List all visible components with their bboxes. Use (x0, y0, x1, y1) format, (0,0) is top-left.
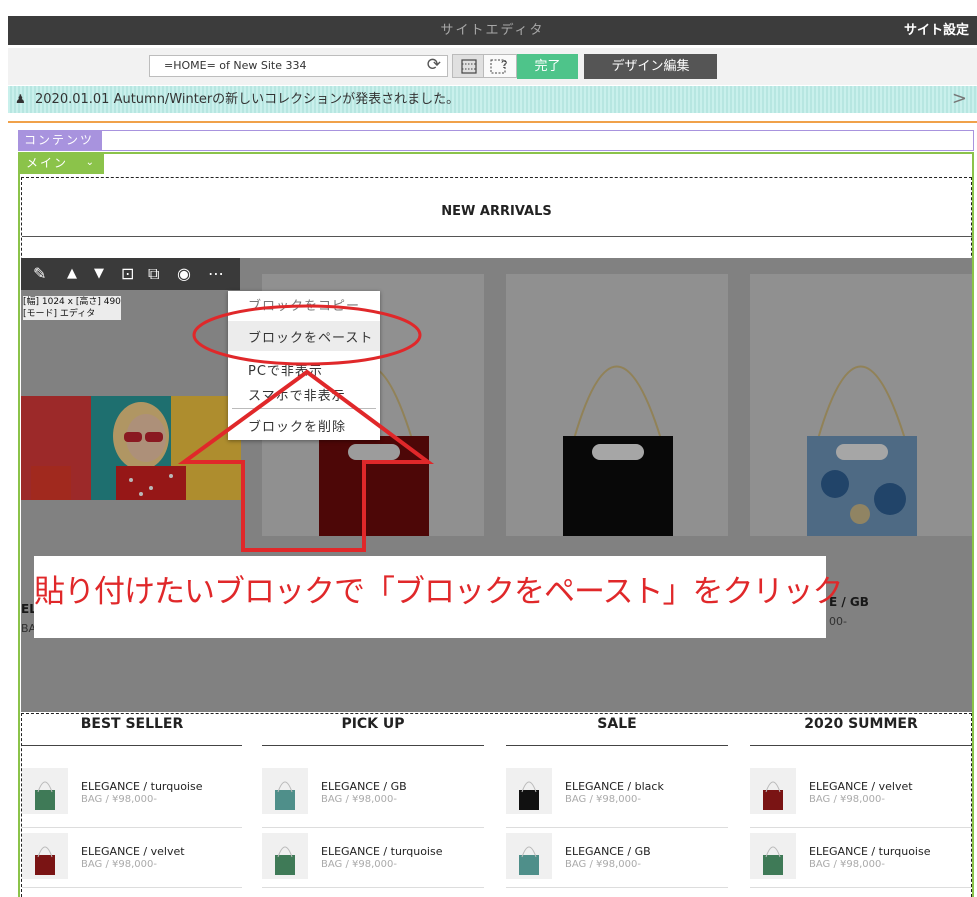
item-thumbnail (22, 833, 68, 879)
annotation-ellipse (192, 304, 422, 366)
item-name: ELEGANCE / turquoise (81, 780, 203, 793)
item-name: ELEGANCE / turquoise (321, 845, 443, 858)
column-underline (506, 745, 728, 746)
column-underline (22, 745, 242, 746)
item-thumbnail (750, 768, 796, 814)
item-thumbnail (506, 833, 552, 879)
item-name: ELEGANCE / GB (321, 780, 407, 793)
item-sub: BAG / ¥98,000- (565, 794, 641, 805)
item-sub: BAG / ¥98,000- (321, 794, 397, 805)
item-name: ELEGANCE / black (565, 780, 664, 793)
item-name: ELEGANCE / GB (565, 845, 651, 858)
column-title-best-seller: BEST SELLER (80, 716, 184, 732)
row-divider (506, 887, 728, 888)
row-divider (22, 827, 242, 828)
row-divider (262, 887, 484, 888)
item-sub: BAG / ¥98,000- (809, 794, 885, 805)
item-name: ELEGANCE / velvet (81, 845, 185, 858)
item-name: ELEGANCE / velvet (809, 780, 913, 793)
instruction-caption: 貼り付けたいブロックで「ブロックをペースト」をクリック (34, 556, 843, 638)
column-title-2020-summer: 2020 SUMMER (804, 716, 918, 732)
item-sub: BAG / ¥98,000- (809, 859, 885, 870)
column-underline (750, 745, 972, 746)
row-divider (750, 827, 972, 828)
annotation-arrow (177, 369, 435, 552)
item-sub: BAG / ¥98,000- (321, 859, 397, 870)
row-divider (262, 827, 484, 828)
row-divider (22, 887, 242, 888)
column-underline (262, 745, 484, 746)
item-thumbnail (506, 768, 552, 814)
row-divider (506, 827, 728, 828)
item-name: ELEGANCE / turquoise (809, 845, 931, 858)
item-thumbnail (22, 768, 68, 814)
item-thumbnail (262, 833, 308, 879)
item-sub: BAG / ¥98,000- (81, 859, 157, 870)
column-title-sale: SALE (597, 716, 637, 732)
item-thumbnail (262, 768, 308, 814)
item-thumbnail (750, 833, 796, 879)
row-divider (750, 887, 972, 888)
item-sub: BAG / ¥98,000- (565, 859, 641, 870)
column-title-pick-up: PICK UP (341, 716, 405, 732)
instruction-caption-text: 貼り付けたいブロックで「ブロックをペースト」をクリック (34, 574, 843, 610)
item-sub: BAG / ¥98,000- (81, 794, 157, 805)
